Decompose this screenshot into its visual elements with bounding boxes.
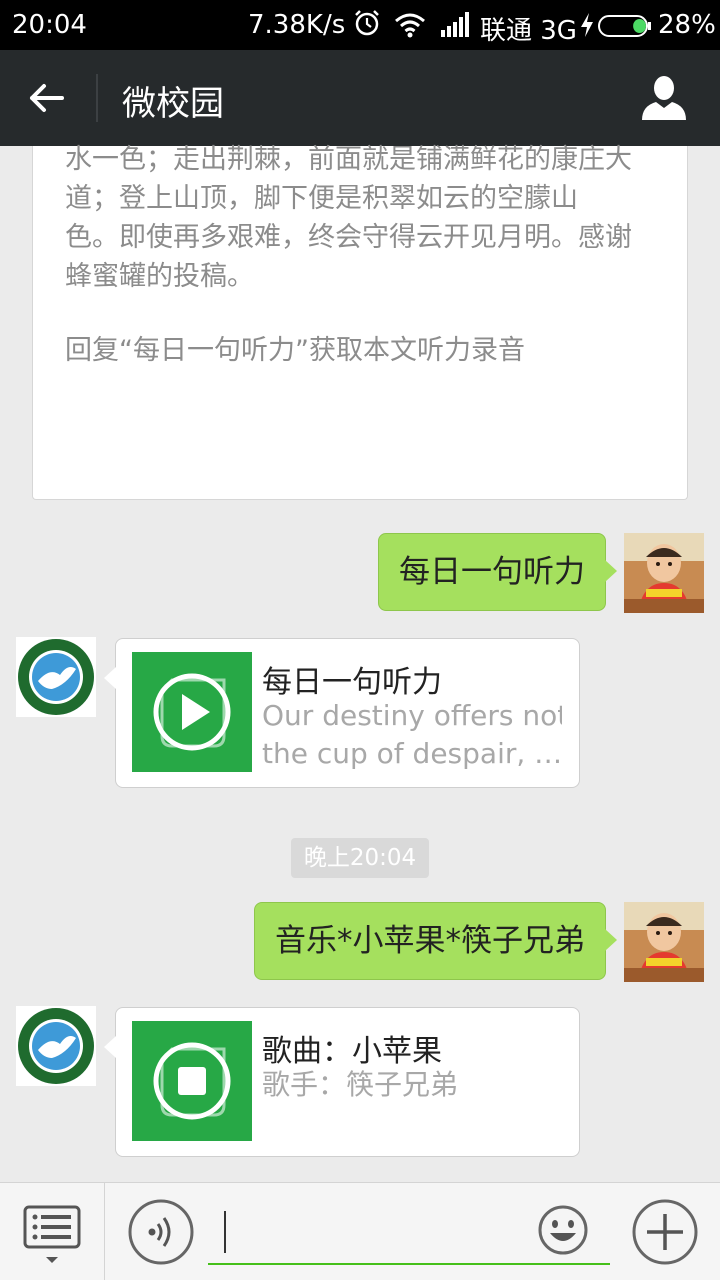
title-divider: [96, 74, 98, 122]
card-description: 歌手：筷子兄弟: [262, 1066, 562, 1104]
article-body: 水一色；走出荆棘，前面就是铺满鲜花的康庄大 道；登上山顶，脚下便是积翠如云的空朦…: [65, 140, 665, 296]
input-bar: [0, 1182, 720, 1280]
message-text: 音乐*小苹果*筷子兄弟: [275, 923, 585, 959]
music-thumbnail: [132, 1021, 252, 1141]
more-button[interactable]: [632, 1199, 698, 1265]
person-icon: [642, 76, 686, 120]
charging-icon: [581, 13, 593, 37]
message-text: 每日一句听力: [399, 554, 585, 590]
text-caret: [224, 1211, 226, 1253]
music-card-bubble[interactable]: 每日一句听力 Our destiny offers not the cup of…: [104, 638, 580, 788]
emoji-icon: [538, 1205, 588, 1255]
reply-hint: 回复“每日一句听力”获取本文听力录音: [65, 335, 525, 366]
card-desc-line: Our destiny offers not: [262, 699, 562, 732]
back-button[interactable]: [18, 70, 78, 126]
sent-message-bubble[interactable]: 每日一句听力: [378, 533, 617, 611]
signal-icon: [441, 12, 469, 37]
official-account-avatar[interactable]: [16, 1006, 96, 1086]
sent-message-bubble[interactable]: 音乐*小苹果*筷子兄弟: [254, 902, 617, 980]
card-desc-line: the cup of despair, …: [262, 737, 562, 770]
card-description: Our destiny offers not the cup of despai…: [262, 697, 562, 773]
card-title: 每日一句听力: [262, 665, 442, 700]
title-bar: 微校园: [0, 50, 720, 146]
university-logo-icon: [16, 1006, 96, 1086]
voice-icon: [148, 1217, 171, 1247]
wifi-icon: [395, 13, 425, 38]
article-line: 色。即使再多艰难，终会守得云开见月明。感谢: [65, 222, 632, 253]
network-speed: 7.38K/s: [248, 10, 346, 40]
menu-toggle-button[interactable]: [22, 1201, 82, 1267]
music-play-icon: [153, 673, 231, 751]
page-title: 微校园: [122, 84, 224, 124]
battery-icon: [598, 15, 651, 37]
time-divider: 晚上20:04: [291, 838, 429, 878]
arrow-left-icon: [30, 84, 64, 112]
status-bar: 20:04 7.38K/s 联通 3G 28%: [0, 0, 720, 50]
user-avatar[interactable]: [624, 533, 704, 613]
music-card-bubble[interactable]: 歌曲：小苹果 歌手：筷子兄弟: [104, 1007, 580, 1157]
carrier-label: 联通 3G: [480, 16, 577, 46]
card-desc-line: 歌手：筷子兄弟: [262, 1068, 459, 1101]
plus-icon: [647, 1214, 683, 1250]
university-logo-icon: [16, 637, 96, 717]
voice-button[interactable]: [128, 1199, 194, 1265]
official-account-avatar[interactable]: [16, 637, 96, 717]
user-avatar[interactable]: [624, 902, 704, 982]
menu-list-icon: [23, 1205, 81, 1263]
battery-percent: 28%: [658, 10, 716, 40]
profile-button[interactable]: [636, 74, 692, 126]
article-line: 水一色；走出荆棘，前面就是铺满鲜花的康庄大: [65, 144, 632, 175]
music-stop-icon: [153, 1042, 231, 1120]
article-card[interactable]: 水一色；走出荆棘，前面就是铺满鲜花的康庄大 道；登上山顶，脚下便是积翠如云的空朦…: [32, 144, 688, 500]
card-title: 歌曲：小苹果: [262, 1034, 442, 1069]
article-line: 道；登上山顶，脚下便是积翠如云的空朦山: [65, 183, 578, 214]
music-thumbnail: [132, 652, 252, 772]
article-line: 蜂蜜罐的投稿。: [65, 261, 254, 292]
alarm-icon: [355, 10, 379, 36]
status-time: 20:04: [12, 10, 87, 40]
emoji-button[interactable]: [538, 1205, 588, 1255]
